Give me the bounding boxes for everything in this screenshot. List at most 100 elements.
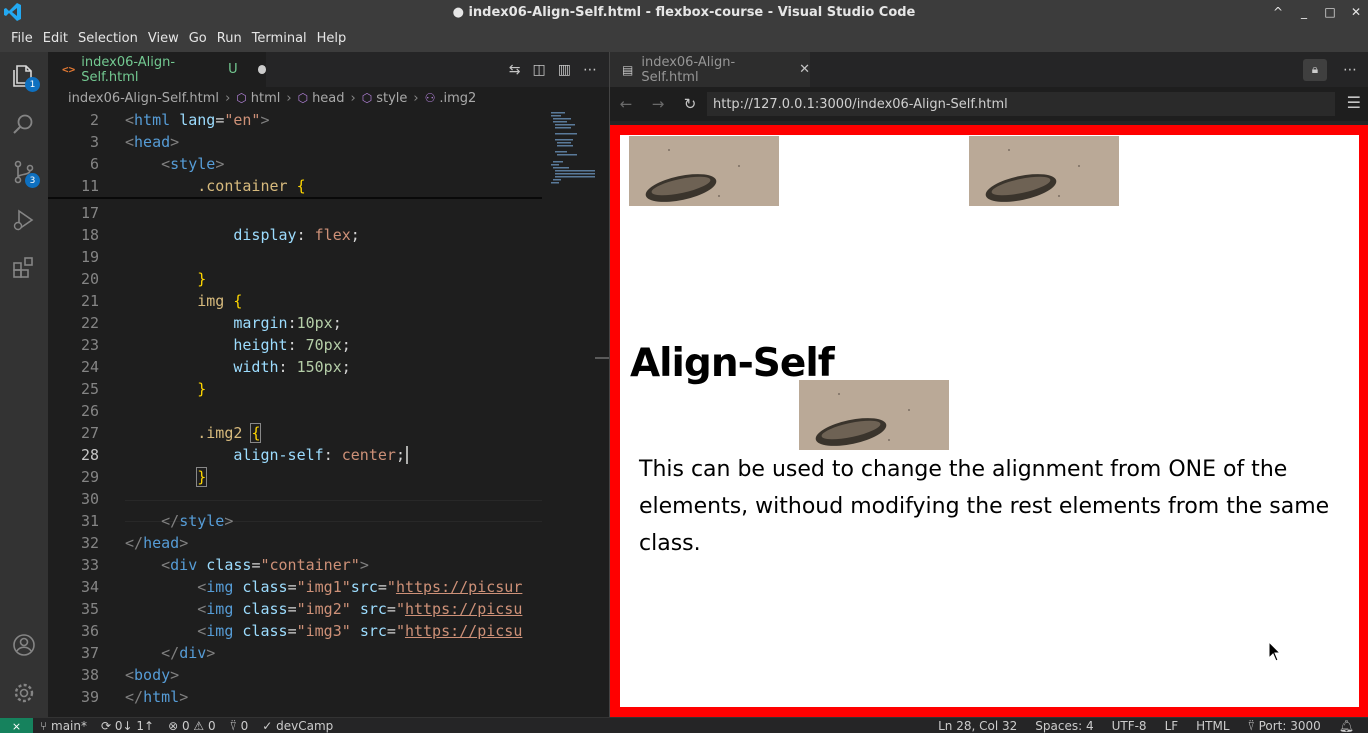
status-bar: ⨯ ⑂ main* ⟳ 0↓ 1↑ ⊗ 0 ⚠ 0 ⍢ 0 ✓ devCamp … — [0, 717, 1368, 733]
explorer-badge: 1 — [25, 77, 40, 92]
unsaved-dot-icon[interactable] — [257, 65, 266, 74]
search-icon[interactable] — [0, 100, 48, 148]
menu-run[interactable]: Run — [212, 31, 247, 46]
window-title: ● index06-Align-Self.html - flexbox-cour… — [452, 4, 916, 20]
notifications-bell-icon[interactable]: 🔔︎ — [1339, 719, 1354, 733]
page-viewport: Align-Self This can be used to change th… — [610, 125, 1368, 717]
browser-toolbar: ← → ↻ http://127.0.0.1:3000/index06-Alig… — [610, 87, 1368, 121]
window-controls: ^ _ □ ✕ — [1272, 0, 1362, 24]
code-line: 18 display: flex; — [80, 226, 360, 244]
minimize-button[interactable]: _ — [1298, 5, 1310, 19]
code-line: 33 <div class="container"> — [80, 556, 369, 574]
account-icon[interactable] — [0, 621, 48, 669]
cursor-position[interactable]: Ln 28, Col 32 — [938, 719, 1017, 733]
breadcrumb-style[interactable]: style — [376, 91, 407, 106]
remote-indicator-icon[interactable]: ⨯ — [0, 718, 33, 733]
open-preview-icon[interactable]: ◫ — [533, 62, 546, 78]
code-line: 17 — [80, 204, 99, 222]
encoding[interactable]: UTF-8 — [1112, 719, 1147, 733]
more-actions-icon[interactable]: ⋯ — [583, 62, 597, 78]
git-branch-item[interactable]: ⑂ main* — [40, 719, 87, 733]
end-of-line[interactable]: LF — [1165, 719, 1179, 733]
editor-tab-bar: <> index06-Align-Self.html U ⇆ ◫ ▥ ⋯ — [48, 52, 609, 87]
breadcrumb-head[interactable]: head — [312, 91, 344, 106]
breadcrumb-img2[interactable]: .img2 — [439, 91, 476, 106]
more-actions-icon[interactable]: ⋯ — [1343, 62, 1357, 78]
ports-item[interactable]: ⍢ 0 — [230, 719, 249, 733]
element-icon: ⬡ — [361, 91, 373, 105]
url-input[interactable]: http://127.0.0.1:3000/index06-Align-Self… — [707, 92, 1335, 116]
menu-help[interactable]: Help — [312, 31, 352, 46]
live-server-port[interactable]: ⍢ Port: 3000 — [1248, 719, 1321, 733]
indentation[interactable]: Spaces: 4 — [1035, 719, 1093, 733]
code-line: 3 <head> — [89, 133, 180, 151]
lock-icon[interactable]: 🔒︎ — [1303, 58, 1327, 81]
element-icon: ⬡ — [297, 91, 309, 105]
selector-icon: ⚇ — [424, 91, 436, 105]
close-tab-icon[interactable]: ✕ — [799, 62, 810, 77]
restore-button[interactable]: □ — [1324, 5, 1336, 19]
close-window-button[interactable]: ✕ — [1350, 5, 1362, 19]
reload-icon[interactable]: ↻ — [674, 95, 706, 113]
source-control-icon[interactable]: 3 — [0, 148, 48, 196]
tab-git-status: U — [228, 62, 238, 77]
check-icon: ✓ — [262, 719, 277, 733]
code-line: 31 </style> — [80, 512, 234, 530]
files-icon[interactable]: 1 — [0, 52, 48, 100]
status-left: ⑂ main* ⟳ 0↓ 1↑ ⊗ 0 ⚠ 0 ⍢ 0 ✓ devCamp — [40, 719, 333, 733]
minimap[interactable] — [542, 109, 602, 717]
code-line: 35 <img class="img2" src="https://picsu — [80, 600, 523, 618]
menu-icon[interactable]: ☰ — [1347, 93, 1361, 112]
broadcast-icon: ⍢ — [229, 719, 241, 733]
code-line: 29 } — [80, 467, 208, 487]
menu-file[interactable]: File — [6, 31, 38, 46]
breadcrumb: index06-Align-Self.html › ⬡ html › ⬡ hea… — [48, 87, 609, 109]
breadcrumb-html[interactable]: html — [251, 91, 281, 106]
code-line: 32 </head> — [80, 534, 189, 552]
code-line: 24 width: 150px; — [80, 358, 351, 376]
chevron-right-icon: › — [286, 90, 292, 106]
code-line: 25 } — [80, 380, 207, 398]
menu-selection[interactable]: Selection — [73, 31, 143, 46]
menu-bar: File Edit Selection View Go Run Terminal… — [0, 24, 1368, 52]
vscode-logo-icon — [4, 3, 21, 21]
browser-tab[interactable]: ▤ index06-Align-Self.html ✕ — [610, 52, 810, 87]
forward-arrow-icon[interactable]: → — [642, 95, 674, 113]
scm-badge: 3 — [25, 173, 40, 188]
code-line: 19 — [80, 248, 99, 266]
code-editor[interactable]: 2 <html lang="en"> 3 <head> 6 <style> 11 .… — [48, 109, 542, 717]
browser-preview-pane: ▤ index06-Align-Self.html ✕ 🔒︎ ⋯ ← → ↻ h… — [609, 52, 1368, 717]
devcamp-item[interactable]: ✓ devCamp — [262, 719, 333, 733]
run-debug-icon[interactable] — [0, 196, 48, 244]
back-arrow-icon[interactable]: ← — [610, 95, 642, 113]
breadcrumb-file[interactable]: index06-Align-Self.html — [68, 91, 219, 106]
sand-footprint-image — [969, 136, 1119, 206]
sand-footprint-image — [629, 136, 779, 206]
editor-tab[interactable]: <> index06-Align-Self.html U — [48, 52, 266, 87]
status-right: Ln 28, Col 32 Spaces: 4 UTF-8 LF HTML ⍢ … — [938, 719, 1354, 733]
maximize-caret-icon[interactable]: ^ — [1272, 5, 1284, 19]
browser-tab-actions: 🔒︎ ⋯ — [1303, 52, 1357, 87]
split-editor-icon[interactable]: ▥ — [558, 62, 571, 78]
code-line: 34 <img class="img1"src="https://picsur — [80, 578, 523, 596]
problems-item[interactable]: ⊗ 0 ⚠ 0 — [168, 719, 216, 733]
chevron-right-icon: › — [350, 90, 356, 106]
extensions-icon[interactable] — [0, 244, 48, 292]
editor-pane: <> index06-Align-Self.html U ⇆ ◫ ▥ ⋯ ind… — [48, 52, 609, 717]
menu-view[interactable]: View — [143, 31, 184, 46]
compare-changes-icon[interactable]: ⇆ — [509, 62, 521, 78]
sync-item[interactable]: ⟳ 0↓ 1↑ — [101, 719, 154, 733]
menu-terminal[interactable]: Terminal — [247, 31, 312, 46]
code-line: 38 <body> — [80, 666, 180, 684]
code-line: 36 <img class="img3" src="https://picsu — [80, 622, 523, 640]
language-mode[interactable]: HTML — [1196, 719, 1229, 733]
menu-go[interactable]: Go — [184, 31, 212, 46]
code-line: 2 <html lang="en"> — [89, 111, 270, 129]
menu-edit[interactable]: Edit — [38, 31, 73, 46]
code-line: 23 height: 70px; — [80, 336, 351, 354]
editor-scrollbar[interactable] — [595, 357, 609, 359]
page-paragraph: This can be used to change the alignment… — [639, 457, 1330, 556]
code-line: 37 </div> — [80, 644, 216, 662]
chevron-right-icon: › — [225, 90, 231, 106]
settings-gear-icon[interactable] — [0, 669, 48, 717]
